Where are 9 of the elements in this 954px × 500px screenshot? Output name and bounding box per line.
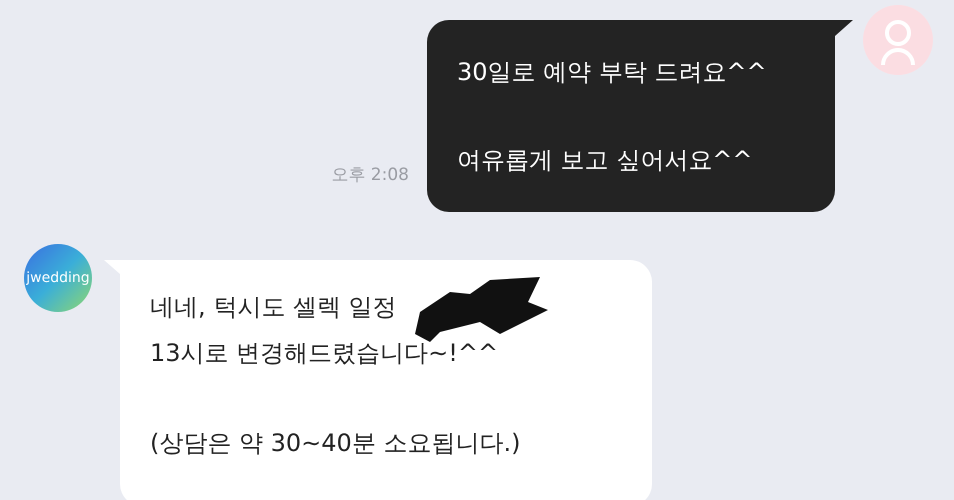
message-text: 13시로 변경해드렸습니다~!^^ (150, 338, 498, 369)
message-time: 오후 2:08 (331, 164, 409, 186)
message-text: 네네, 턱시도 셀렉 일정 (150, 292, 397, 323)
user-avatar-icon[interactable] (863, 5, 933, 75)
message-text: (상담은 약 30~40분 소요됩니다.) (150, 428, 520, 459)
logo-text: jwedding (26, 270, 90, 286)
message-text: 30일로 예약 부탁 드려요^^ (457, 57, 767, 88)
message-text: 여유롭게 보고 싶어서요^^ (457, 145, 752, 176)
sender-avatar[interactable]: jwedding (24, 244, 92, 312)
